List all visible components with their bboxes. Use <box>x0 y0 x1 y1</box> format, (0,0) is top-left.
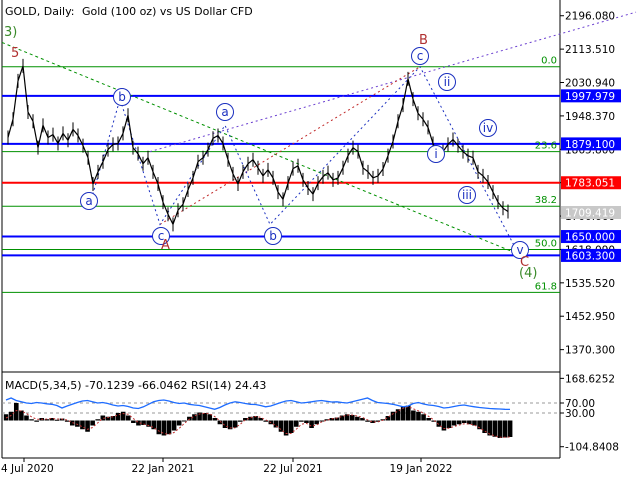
fib-level-label: 38.2 <box>535 195 557 206</box>
osc-tick-label: 168.6252 <box>565 373 615 385</box>
price-tick-label: 1948.370 <box>565 111 615 123</box>
macd-bar <box>472 420 477 426</box>
macd-bar <box>181 420 187 422</box>
macd-bar <box>461 420 467 423</box>
macd-bar <box>487 420 493 436</box>
price-tick-label: 1452.950 <box>565 311 615 323</box>
price-level-label: 1879.100 <box>565 139 615 151</box>
price-level-label: 1783.051 <box>565 178 615 190</box>
macd-bar <box>85 420 90 432</box>
macd-bar <box>13 403 19 421</box>
fib-level-label: 23.6 <box>535 141 557 152</box>
time-tick-label: 22 Jan 2021 <box>132 463 195 475</box>
price-tick-label: 2030.940 <box>565 78 615 90</box>
macd-bar <box>441 420 447 431</box>
wave-label: B <box>419 33 428 48</box>
macd-bar <box>507 420 513 437</box>
macd-bar <box>54 419 60 421</box>
macd-bar <box>288 420 294 433</box>
price-tick-label: 1535.520 <box>565 278 615 290</box>
price-level-label: 1997.979 <box>565 91 615 103</box>
macd-bar <box>309 420 314 428</box>
wave-label: a <box>221 105 228 119</box>
fib-level-label: 61.8 <box>535 281 557 292</box>
macd-bar <box>365 420 370 422</box>
macd-bar <box>202 413 207 421</box>
indicator-title: MACD(5,34,5) -70.1239 -66.0462 RSI(14) 2… <box>5 379 266 392</box>
macd-bar <box>212 418 218 421</box>
price-tick-label: 2113.510 <box>565 44 615 56</box>
macd-bar <box>156 420 162 435</box>
wave-label: i <box>434 147 437 161</box>
macd-bar <box>426 418 431 421</box>
osc-tick-label: 30.00 <box>565 408 595 420</box>
macd-bar <box>349 415 355 421</box>
fib-level-label: 50.0 <box>535 238 557 249</box>
macd-bar <box>293 420 299 427</box>
wave-label: 5 <box>11 46 19 61</box>
osc-tick-label: -104.8408 <box>565 442 619 454</box>
wave-label: b <box>118 90 126 104</box>
fib-level-label: 0.0 <box>541 56 557 67</box>
wave-label: 3) <box>4 25 17 40</box>
trading-chart[interactable]: 3) 5 b a c Aa b Bc ii i iii iv v C (4) 0.0 23.6 38.2 50.0… <box>0 0 640 480</box>
macd-bar <box>319 420 325 422</box>
macd-bar <box>390 411 396 421</box>
macd-bar <box>95 419 101 421</box>
macd-bar <box>151 420 157 430</box>
wave-label: b <box>269 229 277 243</box>
price-tick-label: 2196.080 <box>565 11 615 23</box>
wave-label: iv <box>483 121 493 135</box>
macd-bar <box>19 410 24 421</box>
macd-bar <box>176 420 182 426</box>
wave-label: ii <box>444 75 451 89</box>
wave-label: (4) <box>519 266 537 281</box>
macd-bar <box>456 420 462 425</box>
macd-bar <box>75 420 80 427</box>
macd-bar <box>187 416 192 421</box>
macd-bar <box>166 420 172 435</box>
macd-bar <box>451 420 457 426</box>
macd-bar <box>278 420 284 432</box>
price-tick-label: 1370.300 <box>565 345 615 357</box>
price-level-label: 1650.000 <box>565 232 615 244</box>
symbol-label: GOLD, Daily: <box>5 5 75 18</box>
time-tick-label: 19 Jan 2022 <box>390 463 453 475</box>
macd-bar <box>446 420 452 428</box>
macd-bar <box>421 414 426 421</box>
macd-bar <box>355 416 360 421</box>
wave-label: iii <box>462 188 472 202</box>
macd-bar <box>232 420 238 428</box>
wave-label: a <box>85 194 92 208</box>
macd-bar <box>34 420 39 422</box>
macd-bar <box>492 420 498 437</box>
macd-bar <box>482 420 487 433</box>
chart-canvas[interactable]: 3)5bacAabBciiiiiiivvC(4) 0.023.638.250.0… <box>0 0 640 480</box>
time-tick-label: 24 Jul 2020 <box>0 463 54 475</box>
macd-bar <box>29 419 34 421</box>
macd-bar <box>171 420 177 431</box>
macd-bar <box>416 411 421 421</box>
macd-bar <box>395 409 401 421</box>
price-level-label: 1603.300 <box>565 250 615 262</box>
macd-bar <box>411 410 416 421</box>
macd-bar <box>90 420 95 426</box>
macd-bar <box>304 420 309 423</box>
macd-bar <box>237 420 243 422</box>
macd-bar <box>502 420 508 438</box>
macd-bar <box>131 420 136 423</box>
macd-bar <box>497 420 503 438</box>
time-tick-label: 22 Jul 2021 <box>263 463 322 475</box>
price-level-label: 1709.419 <box>565 208 615 220</box>
wave-label: A <box>161 238 170 253</box>
macd-bar <box>299 420 304 422</box>
instrument-description: Gold (100 oz) vs US Dollar CFD <box>82 5 253 18</box>
macd-bar <box>24 415 29 421</box>
wave-label: c <box>417 49 424 63</box>
